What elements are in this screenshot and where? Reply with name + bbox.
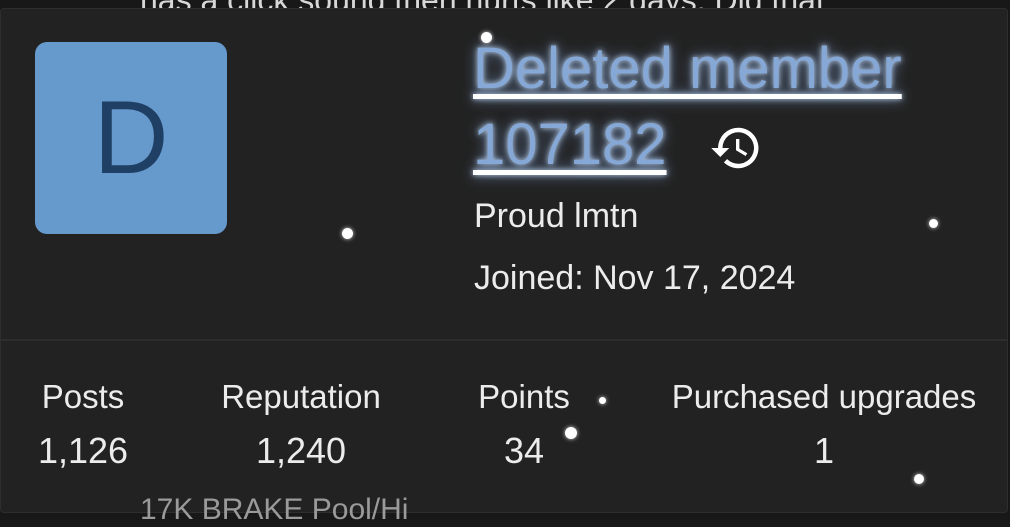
snowflake: [914, 474, 924, 484]
username-line2[interactable]: 107182: [473, 112, 667, 177]
stat-label: Posts: [41, 378, 125, 415]
stat-value[interactable]: 34: [471, 429, 577, 473]
stat-value[interactable]: 1: [657, 429, 991, 473]
username-line1[interactable]: Deleted member: [473, 36, 902, 101]
snowflake: [481, 32, 492, 43]
stat-purchased-upgrades[interactable]: Purchased upgrades 1: [657, 377, 991, 473]
avatar[interactable]: D: [35, 42, 227, 234]
stat-label: Reputation: [221, 378, 381, 415]
history-icon[interactable]: [709, 121, 763, 175]
stat-reputation[interactable]: Reputation 1,240: [213, 377, 389, 473]
user-title: Proud lmtn: [474, 197, 639, 235]
member-header: D Deleted member 107182 Proud lmtn Joine…: [1, 9, 1007, 341]
snowflake: [565, 427, 577, 439]
joined-date: Joined: Nov 17, 2024: [474, 259, 796, 297]
stat-label: Points: [478, 378, 570, 415]
stat-points[interactable]: Points 34: [471, 377, 577, 473]
member-tooltip-card: D Deleted member 107182 Proud lmtn Joine…: [0, 8, 1008, 513]
stat-posts[interactable]: Posts 1,126: [35, 377, 131, 473]
snowflake: [342, 228, 353, 239]
snowflake: [599, 397, 606, 404]
snowflake: [929, 219, 938, 228]
stat-value[interactable]: 1,240: [213, 429, 389, 473]
stat-label: Purchased upgrades: [671, 378, 977, 415]
avatar-letter: D: [93, 79, 169, 196]
stat-value[interactable]: 1,126: [35, 429, 131, 473]
background-post-text-bottom: 17K BRAKE Pool/Hi: [140, 493, 409, 526]
